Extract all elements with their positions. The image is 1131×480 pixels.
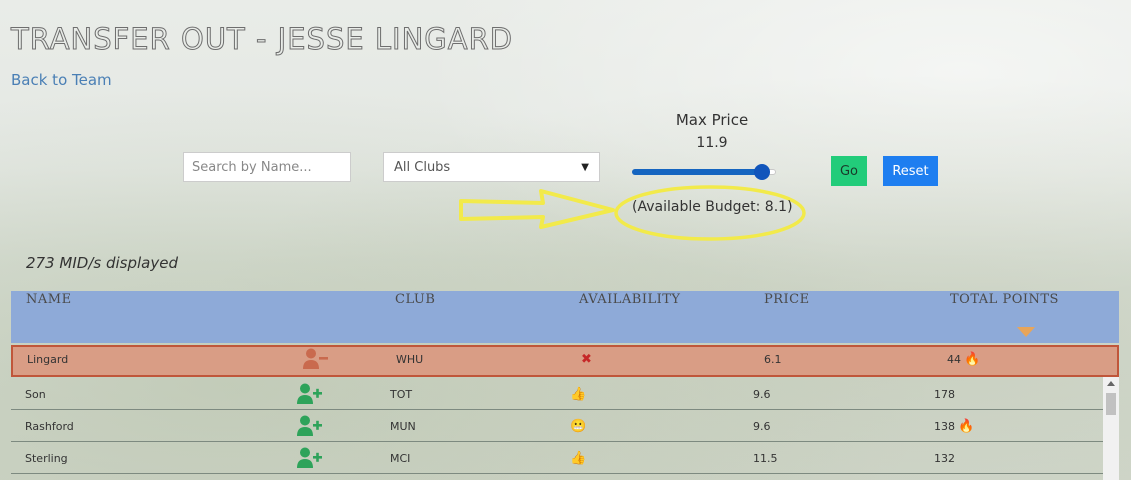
- go-button[interactable]: Go: [831, 156, 867, 186]
- player-total-points: 132: [934, 451, 955, 465]
- player-price: 9.6: [753, 387, 771, 401]
- available-budget: (Available Budget: 8.1): [632, 199, 793, 215]
- fire-icon: 🔥: [964, 351, 981, 367]
- player-price: 6.1: [764, 352, 782, 366]
- remove-player-icon[interactable]: [303, 345, 329, 373]
- back-to-team-link[interactable]: Back to Team: [11, 71, 112, 89]
- header-price[interactable]: PRICE: [764, 292, 810, 307]
- header-club[interactable]: CLUB: [395, 292, 435, 307]
- add-player-icon[interactable]: [297, 379, 323, 409]
- header-availability[interactable]: AVAILABILITY: [579, 292, 681, 307]
- player-total-points: 138: [934, 419, 955, 433]
- player-price: 9.6: [753, 419, 771, 433]
- max-price-slider-thumb[interactable]: [753, 164, 770, 180]
- table-header: NAME CLUB AVAILABILITY PRICE TOTAL POINT…: [11, 291, 1119, 343]
- player-total-points: 178: [934, 387, 955, 401]
- results-count: 273 MID/s displayed: [26, 254, 178, 272]
- thumbs-up-icon: 👍: [570, 386, 587, 402]
- unavailable-icon: ✖: [581, 351, 592, 367]
- player-club: TOT: [390, 387, 413, 401]
- table-row[interactable]: Son TOT 👍 9.6 178: [11, 379, 1103, 410]
- table-row[interactable]: Sterling MCI 👍 11.5 132: [11, 443, 1103, 474]
- player-club: MCI: [390, 451, 411, 465]
- player-name: Rashford: [25, 419, 74, 433]
- player-name: Son: [25, 387, 46, 401]
- player-points-cell: 44 🔥: [947, 345, 980, 373]
- table-row[interactable]: Rashford MUN 😬 9.6 138 🔥: [11, 411, 1103, 442]
- thumbs-up-icon: 👍: [570, 450, 587, 466]
- scroll-up-icon[interactable]: [1107, 381, 1115, 386]
- player-name: Sterling: [25, 451, 68, 465]
- grimace-icon: 😬: [570, 418, 587, 434]
- player-name: Lingard: [27, 352, 69, 366]
- header-name[interactable]: NAME: [26, 292, 72, 307]
- annotation-arrow: [459, 189, 615, 229]
- header-total-points[interactable]: TOTAL POINTS: [950, 292, 1059, 307]
- player-points-cell: 138 🔥: [934, 411, 974, 441]
- player-price: 11.5: [753, 451, 778, 465]
- reset-button[interactable]: Reset: [883, 156, 938, 186]
- page-title: TRANSFER OUT - JESSE LINGARD: [10, 22, 514, 57]
- table-row-selected[interactable]: Lingard WHU ✖ 6.1 44 🔥: [11, 345, 1119, 377]
- add-player-icon[interactable]: [297, 443, 323, 473]
- chevron-down-icon: ▼: [581, 161, 589, 173]
- player-club: WHU: [396, 352, 424, 366]
- fire-icon: 🔥: [958, 418, 975, 434]
- max-price-value: 11.9: [696, 135, 728, 151]
- club-select-value: All Clubs: [394, 159, 451, 175]
- table-scrollbar[interactable]: [1103, 377, 1119, 480]
- player-points-cell: 132: [934, 443, 955, 473]
- player-points-cell: 178: [934, 379, 955, 409]
- max-price-label: Max Price: [675, 111, 749, 129]
- player-total-points: 44: [947, 352, 961, 366]
- club-select[interactable]: All Clubs ▼: [383, 152, 600, 182]
- sort-descending-icon[interactable]: [1017, 327, 1035, 337]
- scrollbar-thumb[interactable]: [1106, 393, 1116, 415]
- search-input[interactable]: [183, 152, 351, 182]
- add-player-icon[interactable]: [297, 411, 323, 441]
- max-price-slider-fill: [632, 169, 762, 175]
- player-club: MUN: [390, 419, 416, 433]
